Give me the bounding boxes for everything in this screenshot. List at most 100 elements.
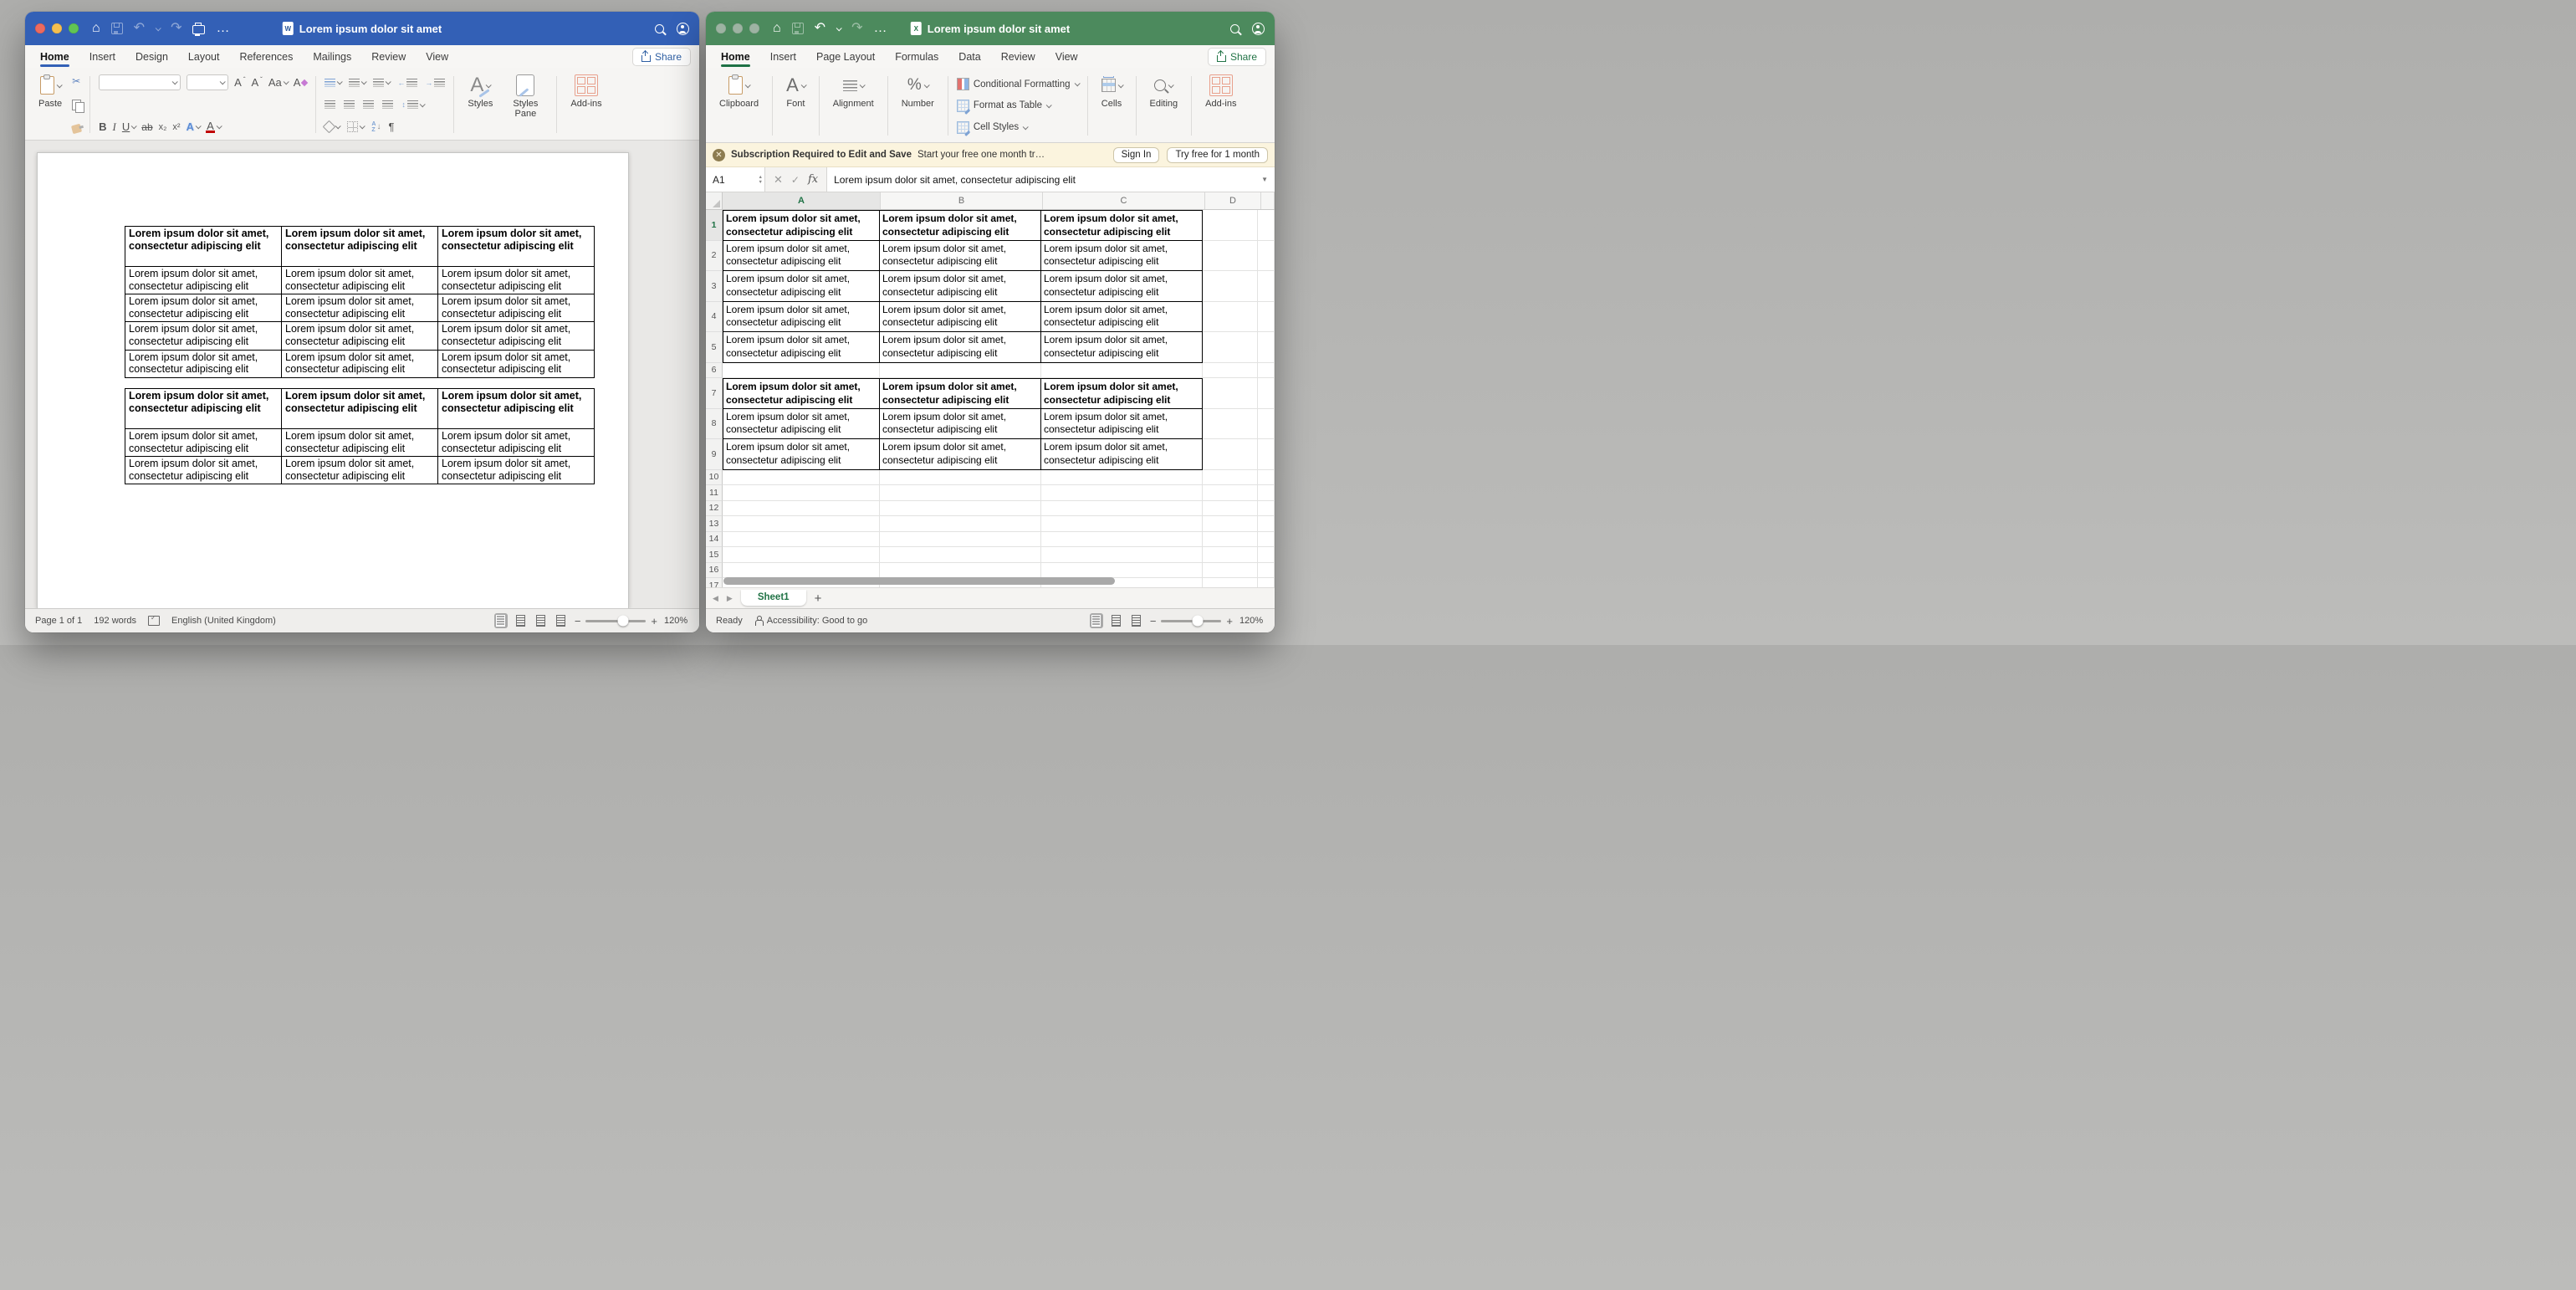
cell-styles-button[interactable]: Cell Styles [957, 119, 1079, 136]
row-header[interactable]: 8 [706, 409, 723, 440]
sheet-cell[interactable] [1041, 363, 1203, 379]
search-icon[interactable] [1230, 24, 1239, 33]
sheet-cell[interactable]: Lorem ipsum dolor sit amet, consectetur … [723, 241, 880, 272]
alignment-group-button[interactable]: Alignment [828, 73, 879, 139]
sheet-cell[interactable] [1041, 470, 1203, 486]
sheet-cell[interactable]: Lorem ipsum dolor sit amet, consectetur … [723, 378, 880, 409]
sheet-cell[interactable] [1203, 378, 1258, 409]
ribbon-tab-formulas[interactable]: Formulas [895, 45, 938, 68]
ribbon-tab-mailings[interactable]: Mailings [313, 45, 351, 68]
table-cell[interactable]: Lorem ipsum dolor sit amet, consectetur … [125, 322, 282, 350]
ribbon-tab-data[interactable]: Data [958, 45, 980, 68]
name-box-stepper[interactable]: ▲▼ [759, 175, 763, 185]
bold-button[interactable]: B [99, 120, 106, 133]
row-header[interactable]: 13 [706, 516, 723, 532]
print-icon[interactable] [192, 23, 205, 34]
line-spacing-button[interactable]: ↕ [401, 100, 424, 109]
ribbon-tab-layout[interactable]: Layout [188, 45, 220, 68]
align-center-icon[interactable] [344, 100, 355, 109]
undo-icon[interactable]: ↶ [134, 22, 145, 35]
sign-in-button[interactable]: Sign In [1113, 147, 1160, 163]
table-cell[interactable]: Lorem ipsum dolor sit amet, consectetur … [282, 227, 438, 267]
sheet-cell[interactable]: Lorem ipsum dolor sit amet, consectetur … [1041, 210, 1203, 241]
ribbon-tab-insert[interactable]: Insert [770, 45, 796, 68]
sheet-cell[interactable]: Lorem ipsum dolor sit amet, consectetur … [1041, 302, 1203, 333]
bullets-button[interactable] [325, 79, 341, 87]
draft-view-button[interactable] [555, 613, 568, 628]
sheet-cell[interactable]: Lorem ipsum dolor sit amet, consectetur … [1041, 332, 1203, 363]
table-cell[interactable]: Lorem ipsum dolor sit amet, consectetur … [282, 267, 438, 294]
superscript-button[interactable]: x² [172, 122, 180, 132]
web-layout-view-button[interactable] [514, 613, 528, 628]
normal-view-button[interactable] [1090, 613, 1103, 628]
column-header-b[interactable]: B [881, 192, 1043, 209]
column-header-d[interactable]: D [1205, 192, 1261, 209]
row-header[interactable]: 17 [706, 578, 723, 587]
row-header[interactable]: 4 [706, 302, 723, 333]
maximize-button[interactable] [69, 23, 79, 33]
close-button[interactable] [35, 23, 45, 33]
table-cell[interactable]: Lorem ipsum dolor sit amet, consectetur … [282, 429, 438, 457]
sheet-cell[interactable] [880, 532, 1041, 548]
ribbon-tab-references[interactable]: References [239, 45, 293, 68]
borders-button[interactable] [347, 121, 364, 132]
italic-button[interactable]: I [113, 120, 116, 134]
sheet-cell[interactable] [1041, 485, 1203, 501]
outline-view-button[interactable] [534, 613, 548, 628]
table-cell[interactable]: Lorem ipsum dolor sit amet, consectetur … [282, 322, 438, 350]
home-icon[interactable]: ⌂ [92, 22, 100, 35]
undo-menu-icon[interactable] [836, 25, 842, 31]
row-header[interactable]: 3 [706, 271, 723, 302]
home-icon[interactable]: ⌂ [773, 22, 781, 35]
sheet-cell[interactable] [880, 485, 1041, 501]
page-layout-view-button[interactable] [1110, 613, 1123, 628]
table-cell[interactable]: Lorem ipsum dolor sit amet, consectetur … [438, 267, 595, 294]
text-effects-button[interactable]: A [187, 120, 200, 133]
row-header[interactable]: 14 [706, 532, 723, 548]
multilevel-list-button[interactable] [373, 79, 390, 87]
sheet-cell[interactable] [1203, 578, 1258, 587]
sheet-cell[interactable]: Lorem ipsum dolor sit amet, consectetur … [1041, 241, 1203, 272]
change-case-button[interactable]: Aa [268, 76, 288, 89]
sheet-cell[interactable] [1203, 516, 1258, 532]
row-header[interactable]: 5 [706, 332, 723, 363]
word-addins-button[interactable]: Add-ins [565, 73, 606, 136]
sheet-cell[interactable] [1203, 332, 1258, 363]
paragraph-marks-button[interactable]: ¶ [388, 120, 394, 133]
sheet-cell[interactable] [1203, 547, 1258, 563]
table-cell[interactable]: Lorem ipsum dolor sit amet, consectetur … [282, 294, 438, 322]
sheet-cell[interactable]: Lorem ipsum dolor sit amet, consectetur … [880, 271, 1041, 302]
sheet-cell[interactable] [1203, 439, 1258, 470]
sheet-cell[interactable] [723, 485, 880, 501]
sheet-cell[interactable] [1203, 271, 1258, 302]
row-header[interactable]: 10 [706, 470, 723, 486]
sheet-cell[interactable] [1041, 547, 1203, 563]
share-button[interactable]: Share [632, 48, 691, 66]
sheet-cell[interactable] [1041, 516, 1203, 532]
number-group-button[interactable]: % Number [897, 73, 939, 139]
table-cell[interactable]: Lorem ipsum dolor sit amet, consectetur … [125, 294, 282, 322]
account-icon[interactable] [677, 23, 689, 35]
paste-button[interactable]: Paste [33, 73, 67, 136]
more-commands-icon[interactable]: … [216, 22, 229, 35]
sheet-cell[interactable] [723, 516, 880, 532]
zoom-percent[interactable]: 120% [664, 616, 689, 626]
sheet-cell[interactable]: Lorem ipsum dolor sit amet, consectetur … [880, 210, 1041, 241]
font-size-select[interactable] [187, 74, 228, 90]
sheet-cell[interactable] [1203, 409, 1258, 440]
table-cell[interactable]: Lorem ipsum dolor sit amet, consectetur … [125, 227, 282, 267]
clear-formatting-button[interactable]: A [294, 76, 308, 89]
save-icon[interactable] [792, 23, 804, 34]
sheet-cell[interactable] [723, 532, 880, 548]
language-label[interactable]: English (United Kingdom) [171, 616, 276, 626]
sheet-cell[interactable]: Lorem ipsum dolor sit amet, consectetur … [723, 409, 880, 440]
sheet-cell[interactable] [880, 516, 1041, 532]
font-group-button[interactable]: A Font [781, 73, 810, 139]
editing-group-button[interactable]: Editing [1145, 73, 1183, 139]
sheet-cell[interactable]: Lorem ipsum dolor sit amet, consectetur … [723, 210, 880, 241]
share-button[interactable]: Share [1208, 48, 1266, 66]
row-header[interactable]: 16 [706, 563, 723, 579]
sheet-cell[interactable] [1203, 532, 1258, 548]
search-icon[interactable] [655, 24, 664, 33]
sheet-cell[interactable]: Lorem ipsum dolor sit amet, consectetur … [723, 332, 880, 363]
